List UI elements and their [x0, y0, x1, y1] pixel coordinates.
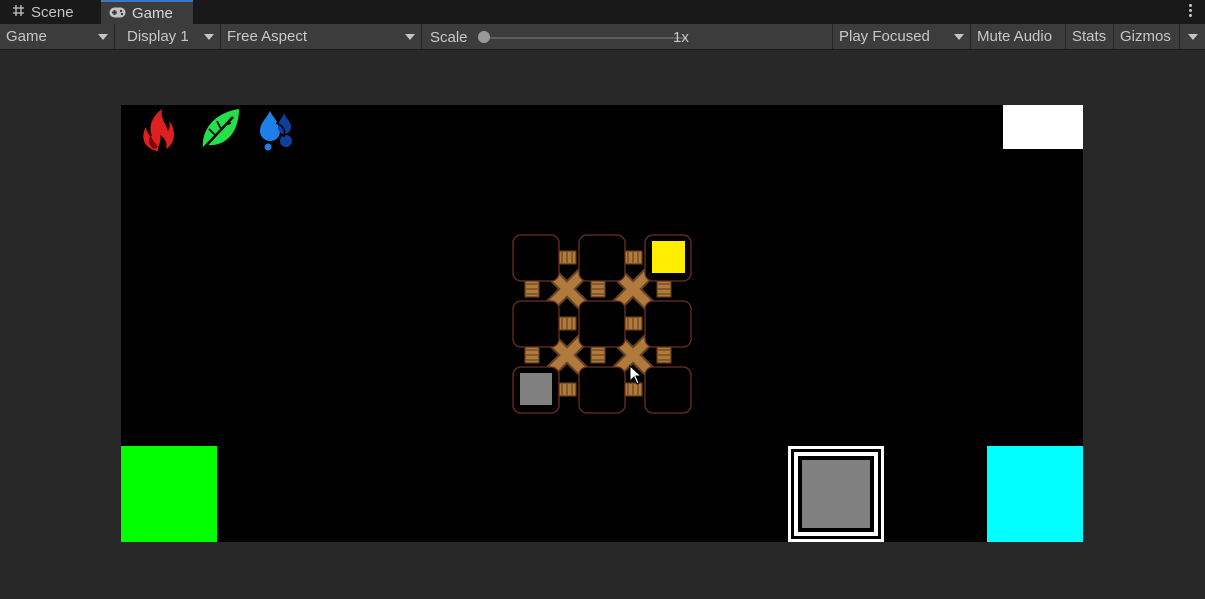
display-dropdown[interactable]: Display 1: [121, 24, 221, 49]
slot-inner-border: [794, 452, 878, 536]
aspect-label: Free Aspect: [227, 28, 308, 45]
stats-toggle[interactable]: Stats: [1066, 24, 1114, 49]
mute-audio-toggle[interactable]: Mute Audio: [971, 24, 1066, 49]
puzzle-grid: [512, 234, 692, 414]
scale-slider-handle[interactable]: [478, 31, 490, 43]
chevron-down-icon: [954, 34, 964, 40]
leaf-icon: [200, 109, 239, 152]
chevron-down-icon: [1188, 34, 1198, 40]
tab-game[interactable]: Game: [101, 0, 193, 24]
view-mode-label: Game: [6, 28, 47, 45]
fire-icon: [143, 109, 174, 151]
scale-label: Scale: [430, 29, 468, 46]
gray-tile[interactable]: [520, 373, 552, 405]
play-mode-dropdown[interactable]: Play Focused: [832, 24, 971, 49]
chevron-down-icon: [405, 34, 415, 40]
chevron-down-icon: [204, 34, 214, 40]
chevron-down-icon: [98, 34, 108, 40]
display-label: Display 1: [127, 28, 189, 45]
tab-scene[interactable]: Scene: [0, 0, 100, 24]
scale-control: Scale 1x: [422, 24, 832, 49]
gizmos-toggle[interactable]: Gizmos: [1114, 24, 1180, 49]
green-block: [121, 446, 217, 542]
more-options-icon[interactable]: [1187, 2, 1193, 20]
gray-slot-fill: [802, 460, 870, 528]
aspect-dropdown[interactable]: Free Aspect: [221, 24, 422, 49]
white-block: [1003, 105, 1083, 149]
gamepad-icon: [109, 5, 126, 22]
selected-gray-slot[interactable]: [788, 446, 884, 542]
gizmos-dropdown[interactable]: [1180, 24, 1205, 49]
game-view-toolbar: Game Display 1 Free Aspect Scale 1x Play…: [0, 24, 1205, 50]
play-mode-label: Play Focused: [839, 28, 930, 45]
water-icon: [260, 111, 292, 151]
stats-label: Stats: [1072, 28, 1107, 45]
window-tab-bar: Scene Game: [0, 0, 1205, 24]
view-mode-dropdown[interactable]: Game: [0, 24, 115, 49]
gizmos-label: Gizmos: [1120, 28, 1171, 45]
mouse-cursor-icon: [629, 365, 643, 385]
game-viewport[interactable]: [121, 105, 1083, 542]
cyan-block: [987, 446, 1083, 542]
grid-hash-icon: [12, 4, 25, 21]
tab-game-label: Game: [132, 4, 173, 22]
scale-value: 1x: [673, 29, 689, 46]
tab-scene-label: Scene: [31, 3, 74, 21]
mute-audio-label: Mute Audio: [977, 28, 1053, 45]
scale-slider-track[interactable]: [482, 37, 687, 39]
yellow-tile[interactable]: [652, 241, 685, 273]
